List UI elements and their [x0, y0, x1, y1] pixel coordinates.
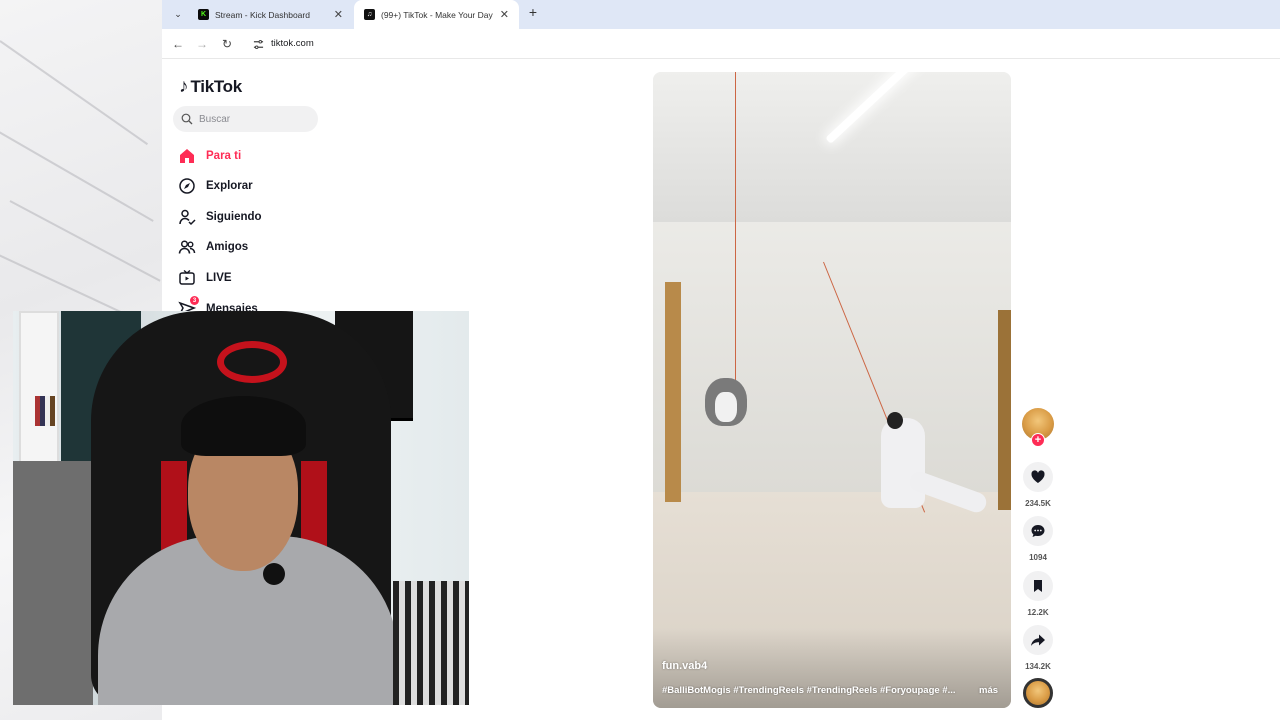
compass-icon	[179, 178, 195, 194]
sidebar-item-label: Explorar	[206, 180, 253, 192]
tab-strip: ⌄ K Stream - Kick Dashboard ✕ ♫ (99+) Ti…	[162, 0, 1280, 29]
video-scene-dog-head	[705, 378, 747, 426]
save-count: 12.2K	[1027, 608, 1049, 617]
follow-plus-icon[interactable]: +	[1031, 433, 1045, 447]
following-icon	[179, 209, 196, 226]
comment-count: 1094	[1029, 553, 1047, 562]
tiktok-icon: ♫	[364, 9, 375, 20]
sidebar-item-siguiendo[interactable]: Siguiendo	[178, 207, 262, 227]
sidebar-item-label: Para ti	[206, 150, 242, 162]
new-tab-button[interactable]: +	[524, 4, 542, 20]
like-count: 234.5K	[1025, 499, 1051, 508]
background-streak	[0, 40, 149, 146]
sidebar-item-explorar[interactable]: Explorar	[178, 176, 253, 196]
sidebar-item-live[interactable]: LIVE	[178, 268, 232, 288]
forward-button[interactable]: →	[194, 36, 210, 52]
sidebar-item-para-ti[interactable]: Para ti	[178, 146, 241, 166]
headset-mic	[263, 563, 285, 585]
live-icon	[179, 269, 195, 285]
search-input[interactable]	[199, 113, 309, 125]
home-icon	[180, 149, 194, 163]
video-caption: #BalliBotMogis #TrendingReels #TrendingR…	[662, 685, 956, 696]
video-scene-door	[665, 282, 681, 502]
share-count: 134.2K	[1025, 662, 1051, 671]
close-tab-icon[interactable]: ✕	[334, 8, 343, 21]
reload-button[interactable]: ↻	[219, 36, 235, 52]
sidebar-item-label: Siguiendo	[206, 211, 262, 223]
sidebar-item-amigos[interactable]: Amigos	[178, 237, 248, 257]
sidebar-item-label: LIVE	[206, 272, 232, 284]
tab-tiktok[interactable]: ♫ (99+) TikTok - Make Your Day ✕	[354, 0, 519, 29]
tab-search-button[interactable]: ⌄	[168, 5, 188, 23]
comment-icon	[1031, 525, 1045, 537]
address-bar: ← → ↻ tiktok.com	[162, 29, 1280, 59]
bookmark-icon	[1034, 580, 1042, 592]
share-arrow-icon	[1031, 634, 1045, 646]
video-author[interactable]: fun.vab4	[662, 660, 707, 672]
webcam-overlay	[13, 311, 469, 705]
comment-button[interactable]	[1023, 516, 1053, 546]
tab-title: (99+) TikTok - Make Your Day	[381, 9, 493, 20]
webcam-sofa	[13, 461, 93, 705]
video-scene-ceiling	[653, 72, 1011, 222]
heart-icon	[1031, 470, 1045, 483]
video-scene-door	[998, 310, 1011, 510]
share-button[interactable]	[1023, 625, 1053, 655]
tiktok-logo[interactable]: ♪ TikTok	[179, 76, 242, 98]
search-icon	[181, 113, 193, 125]
video-scene-rope	[735, 72, 736, 382]
tab-kick-dashboard[interactable]: K Stream - Kick Dashboard ✕	[188, 0, 353, 29]
chair-logo	[217, 341, 287, 383]
video-player[interactable]: fun.vab4 #BalliBotMogis #TrendingReels #…	[653, 72, 1011, 708]
webcam-person-beanie	[181, 396, 306, 456]
url-text[interactable]: tiktok.com	[271, 38, 314, 49]
caption-more-link[interactable]: más	[979, 685, 998, 696]
tab-title: Stream - Kick Dashboard	[215, 9, 310, 20]
tiktok-note-icon: ♪	[179, 76, 189, 97]
video-scene-person	[881, 412, 925, 508]
notification-badge: 3	[190, 296, 199, 305]
kick-icon: K	[198, 9, 209, 20]
back-button[interactable]: ←	[170, 36, 186, 52]
search-box[interactable]	[173, 106, 318, 132]
webcam-books	[35, 396, 55, 426]
like-button[interactable]	[1023, 462, 1053, 492]
logo-text: TikTok	[190, 77, 243, 96]
webcam-striped-pillow	[393, 581, 469, 705]
music-disc-avatar[interactable]	[1023, 678, 1053, 708]
site-info-icon[interactable]	[251, 37, 265, 51]
close-tab-icon[interactable]: ✕	[500, 8, 509, 21]
sidebar-item-label: Amigos	[206, 241, 249, 253]
friends-icon	[178, 240, 196, 254]
save-button[interactable]	[1023, 571, 1053, 601]
